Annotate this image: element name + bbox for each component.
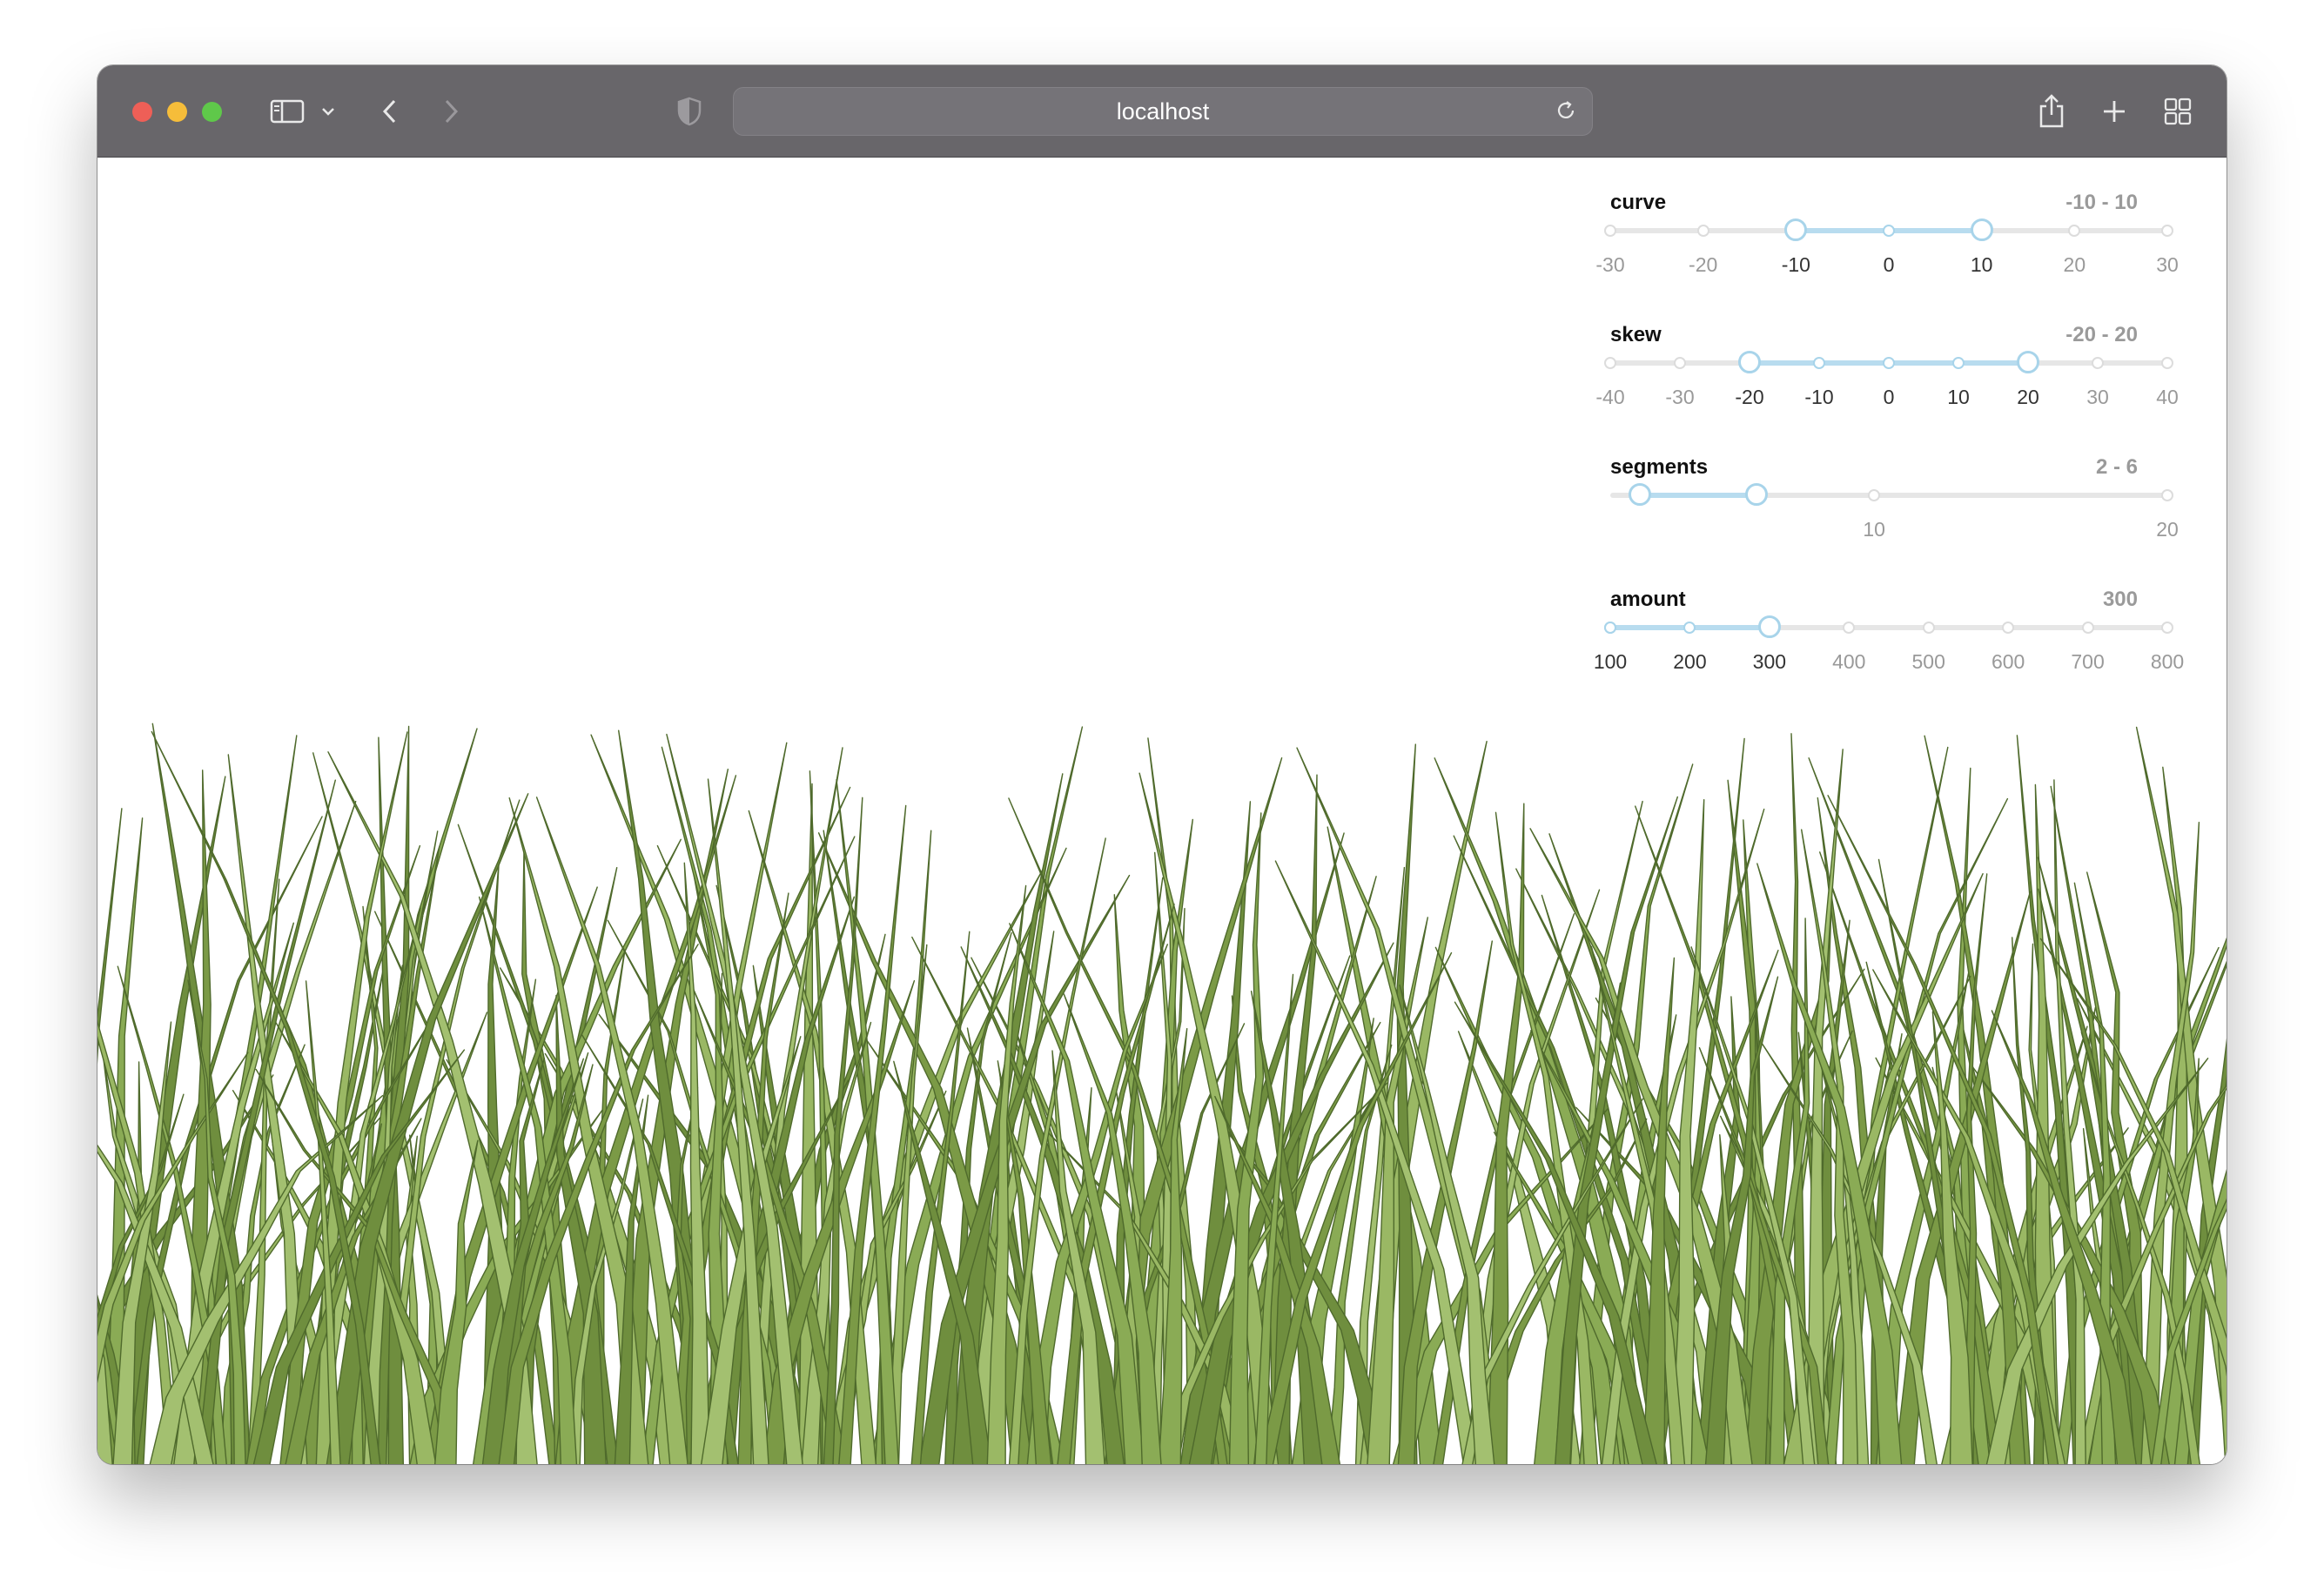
skew-max-handle[interactable]: [2017, 351, 2039, 373]
minimize-window-button[interactable]: [167, 102, 187, 122]
amount-mark-label: 700: [2071, 650, 2105, 673]
skew-label: skew: [1610, 323, 1662, 346]
segments-min-handle[interactable]: [1628, 483, 1651, 506]
segments-mark-dot: [2161, 489, 2173, 501]
skew-mark-label: -30: [1665, 386, 1695, 408]
segments-slider-track[interactable]: [1610, 483, 2173, 506]
curve-mark-dot: [1604, 225, 1616, 237]
segments-label: segments: [1610, 455, 1709, 479]
curve-mark-dot: [1696, 225, 1709, 237]
curve-control: curve -10 - 10 -30 -20 -10 0 10 20 30: [1577, 191, 2186, 313]
back-arrow-icon[interactable]: [374, 91, 406, 131]
segments-max-handle[interactable]: [1745, 483, 1769, 506]
reload-icon[interactable]: [1550, 93, 1582, 128]
skew-control: skew -20 - 20 -40 -30 -20 -10 0 10 20 30 40: [1577, 323, 2186, 445]
amount-mark-dot: [1922, 622, 1935, 634]
curve-max-handle[interactable]: [1970, 218, 1993, 241]
amount-max-handle[interactable]: [1757, 615, 1781, 638]
skew-mark-label: 30: [2086, 386, 2109, 408]
amount-mark-dot: [2002, 622, 2015, 634]
curve-mark-label: -10: [1781, 253, 1810, 276]
page-content: curve -10 - 10 -30 -20 -10 0 10 20 30 skew -20 - 2…: [97, 158, 2227, 1464]
segments-mark-label: 20: [2156, 518, 2179, 541]
zoom-window-button[interactable]: [202, 102, 222, 122]
segments-control: segments 2 - 6 10 20: [1577, 455, 2186, 577]
skew-min-handle[interactable]: [1738, 351, 1761, 373]
amount-start-dot: [1604, 622, 1616, 634]
controls-panel: curve -10 - 10 -30 -20 -10 0 10 20 30 skew -20 - 2…: [1577, 158, 2186, 697]
curve-mark-label: -30: [1595, 253, 1625, 276]
amount-label: amount: [1610, 588, 1686, 611]
amount-slider-track[interactable]: [1604, 615, 2173, 638]
tab-overview-icon[interactable]: [2160, 91, 2195, 131]
address-bar-url: localhost: [1116, 97, 1210, 124]
skew-mark-label: 0: [1883, 386, 1895, 408]
amount-mark-label: 100: [1593, 650, 1628, 673]
amount-mark-label: 600: [1991, 650, 2025, 673]
browser-toolbar: localhost: [97, 65, 2227, 158]
curve-slider-track[interactable]: [1604, 218, 2173, 241]
curve-mark-dot: [2161, 225, 2173, 237]
segments-mark-label: 10: [1863, 518, 1885, 541]
segments-value-readout: 2 - 6: [2095, 455, 2138, 479]
curve-mark-label: 10: [1970, 253, 1993, 276]
skew-mark-label: 20: [2017, 386, 2039, 408]
curve-mark-dot: [1883, 225, 1895, 237]
skew-mark-dot: [1883, 357, 1895, 369]
curve-mark-label: 30: [2156, 253, 2179, 276]
skew-slider-track[interactable]: [1604, 351, 2173, 373]
segments-selected-range: [1639, 493, 1757, 498]
segments-mark-dot: [1868, 489, 1881, 501]
skew-value-readout: -20 - 20: [2065, 323, 2138, 346]
skew-mark-dot: [1813, 357, 1825, 369]
skew-mark-label: 10: [1947, 386, 1970, 408]
amount-value-readout: 300: [2102, 588, 2138, 611]
curve-min-handle[interactable]: [1784, 218, 1808, 241]
amount-mark-label: 500: [1911, 650, 1945, 673]
skew-mark-dot: [2092, 357, 2104, 369]
skew-mark-dot: [1604, 357, 1616, 369]
browser-window: localhost curve -10 - 10 -30 -20 -10 0 10 20 30 s…: [97, 65, 2227, 1464]
chevron-down-icon[interactable]: [315, 91, 341, 131]
skew-mark-label: -10: [1804, 386, 1834, 408]
amount-mark-label: 300: [1752, 650, 1787, 673]
amount-mark-label: 200: [1673, 650, 1707, 673]
address-bar[interactable]: localhost: [733, 87, 1593, 136]
amount-control: amount 300 100 200 300 400 500 600 700 800: [1577, 588, 2186, 709]
share-icon[interactable]: [2034, 91, 2069, 131]
skew-mark-label: -40: [1595, 386, 1625, 408]
curve-value-readout: -10 - 10: [2065, 191, 2138, 214]
skew-mark-dot: [2161, 357, 2173, 369]
new-tab-plus-icon[interactable]: [2097, 91, 2132, 131]
close-window-button[interactable]: [132, 102, 152, 122]
curve-label: curve: [1610, 191, 1667, 214]
skew-mark-label: 40: [2156, 386, 2179, 408]
amount-mark-dot: [1683, 622, 1696, 634]
curve-mark-label: 0: [1883, 253, 1895, 276]
skew-mark-dot: [1674, 357, 1686, 369]
sidebar-toggle-icon[interactable]: [267, 91, 307, 131]
privacy-shield-icon[interactable]: [672, 91, 707, 131]
amount-mark-label: 800: [2150, 650, 2185, 673]
curve-mark-label: -20: [1689, 253, 1718, 276]
amount-mark-dot: [1843, 622, 1856, 634]
amount-mark-dot: [2161, 622, 2173, 634]
amount-mark-label: 400: [1832, 650, 1866, 673]
skew-mark-label: -20: [1735, 386, 1764, 408]
curve-mark-dot: [2068, 225, 2081, 237]
forward-arrow-icon[interactable]: [435, 91, 467, 131]
amount-mark-dot: [2081, 622, 2094, 634]
skew-mark-dot: [1952, 357, 1965, 369]
curve-mark-label: 20: [2063, 253, 2086, 276]
